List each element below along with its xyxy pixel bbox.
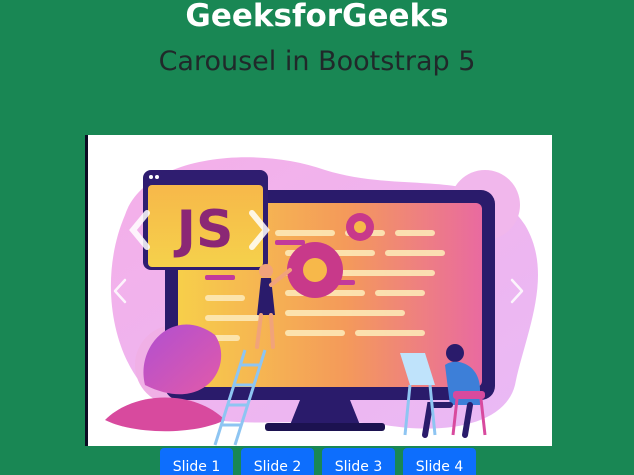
chevron-right-icon bbox=[510, 278, 524, 303]
carousel-prev-button[interactable] bbox=[85, 135, 155, 446]
slide-3-button[interactable]: Slide 3 bbox=[322, 448, 395, 475]
slide-button-group: Slide 1 Slide 2 Slide 3 Slide 4 bbox=[160, 448, 476, 475]
slide-2-button[interactable]: Slide 2 bbox=[241, 448, 314, 475]
carousel: JS bbox=[85, 135, 552, 446]
chevron-left-icon bbox=[113, 278, 127, 303]
page-title: GeeksforGeeks bbox=[185, 0, 449, 34]
slide-4-button[interactable]: Slide 4 bbox=[403, 448, 476, 475]
page-subtitle: Carousel in Bootstrap 5 bbox=[158, 46, 476, 77]
page: GeeksforGeeks Carousel in Bootstrap 5 JS… bbox=[0, 0, 634, 475]
carousel-next-button[interactable] bbox=[482, 135, 552, 446]
js-badge-text: JS bbox=[174, 200, 234, 260]
slide-1-button[interactable]: Slide 1 bbox=[160, 448, 233, 475]
